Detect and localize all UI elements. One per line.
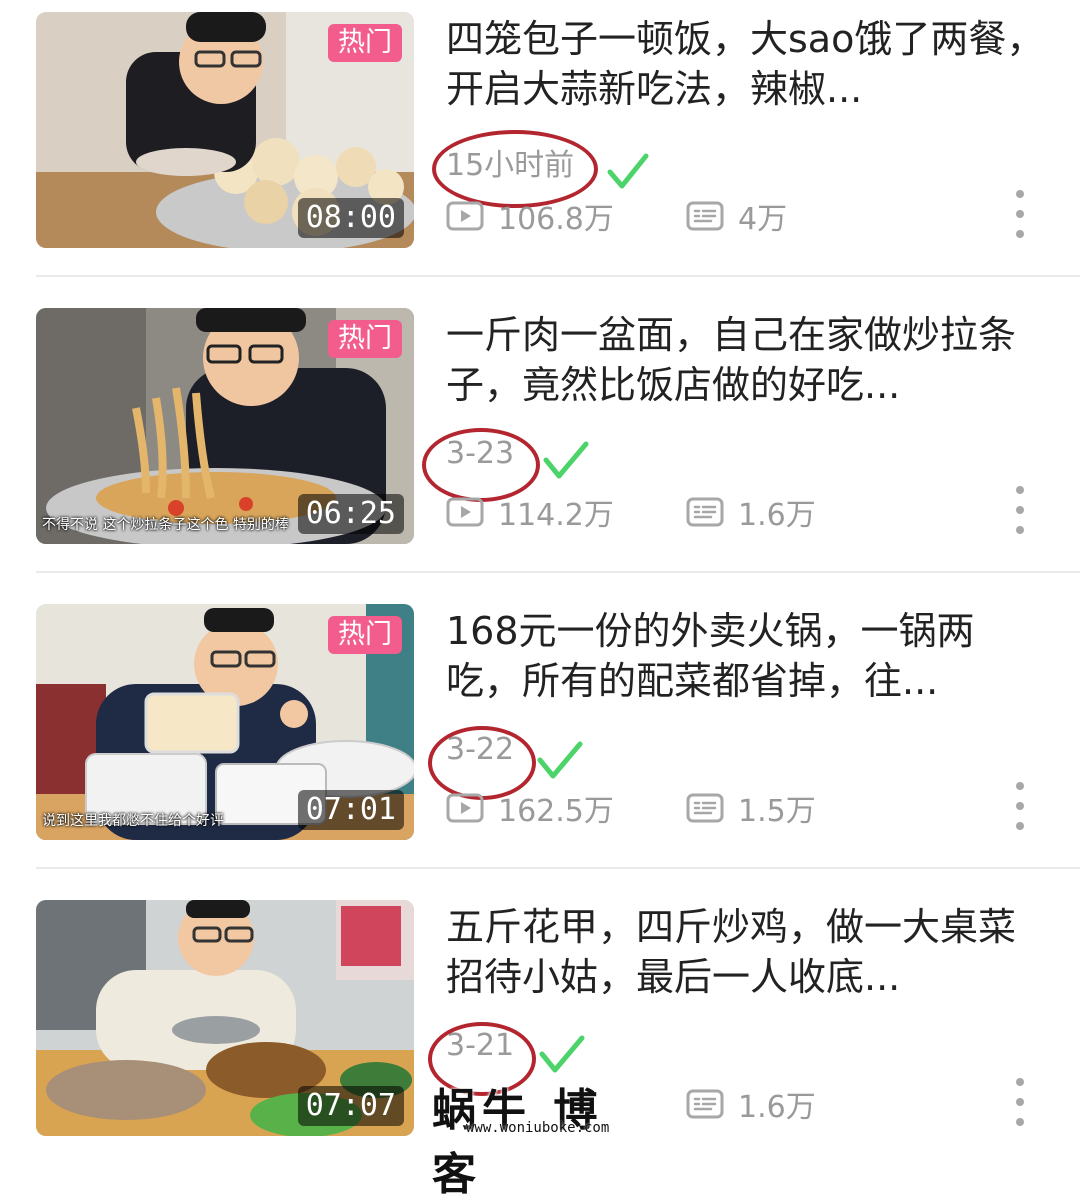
danmaku-count: 4万 xyxy=(686,196,788,237)
more-options-icon[interactable] xyxy=(1012,190,1028,238)
site-watermark: 蜗牛 博客 www.woniuboke.com xyxy=(432,1074,652,1200)
watermark-url: www.woniuboke.com xyxy=(466,1120,610,1136)
danmaku-count: 1.6万 xyxy=(686,1084,816,1125)
play-icon xyxy=(446,793,484,823)
video-list-item[interactable]: 热门 08:00 四笼包子一顿饭，大sao饿了两餐，开启大蒜新吃法，辣椒... … xyxy=(0,0,1080,296)
play-icon xyxy=(446,497,484,527)
video-list-item[interactable]: 热门 说到这里我都憋不住给个好评 07:01 168元一份的外卖火锅，一锅两吃，… xyxy=(0,592,1080,888)
divider xyxy=(36,275,1080,277)
danmaku-count-label: 4万 xyxy=(738,202,788,237)
hot-badge: 热门 xyxy=(328,616,402,654)
hot-badge: 热门 xyxy=(328,320,402,358)
video-subtitle: 说到这里我都憋不住给个好评 xyxy=(42,813,224,829)
check-mark-icon xyxy=(543,441,589,479)
video-duration: 07:07 xyxy=(297,1086,404,1126)
video-list-item[interactable]: 热门 不得不说 这个炒拉条子这个色 特别的棒 06:25 一斤肉一盆面，自己在家… xyxy=(0,296,1080,592)
divider xyxy=(36,867,1080,869)
video-thumbnail[interactable]: 07:07 xyxy=(36,900,414,1136)
video-duration: 06:25 xyxy=(297,494,404,534)
danmaku-count: 1.5万 xyxy=(686,788,816,829)
video-subtitle: 不得不说 这个炒拉条子这个色 特别的棒 xyxy=(42,517,289,533)
divider xyxy=(36,571,1080,573)
watermark-text: 蜗牛 博客 xyxy=(432,1085,604,1200)
danmaku-icon xyxy=(686,497,724,527)
play-count: 106.8万 xyxy=(446,196,614,237)
danmaku-count-label: 1.6万 xyxy=(738,1090,816,1125)
danmaku-icon xyxy=(686,793,724,823)
more-options-icon[interactable] xyxy=(1012,782,1028,830)
play-count: 162.5万 xyxy=(446,788,614,829)
video-title[interactable]: 五斤花甲，四斤炒鸡，做一大桌菜招待小姑，最后一人收底... xyxy=(446,902,1046,1002)
video-title[interactable]: 四笼包子一顿饭，大sao饿了两餐，开启大蒜新吃法，辣椒... xyxy=(446,14,1046,114)
danmaku-count-label: 1.5万 xyxy=(738,794,816,829)
video-title[interactable]: 一斤肉一盆面，自己在家做炒拉条子，竟然比饭店做的好吃... xyxy=(446,310,1046,410)
danmaku-count-label: 1.6万 xyxy=(738,498,816,533)
play-count: 114.2万 xyxy=(446,492,614,533)
play-count-label: 106.8万 xyxy=(498,202,614,237)
hot-badge: 热门 xyxy=(328,24,402,62)
video-title[interactable]: 168元一份的外卖火锅，一锅两吃，所有的配菜都省掉，往... xyxy=(446,606,1046,706)
video-thumbnail[interactable]: 热门 08:00 xyxy=(36,12,414,248)
more-options-icon[interactable] xyxy=(1012,486,1028,534)
video-thumbnail[interactable]: 热门 说到这里我都憋不住给个好评 07:01 xyxy=(36,604,414,840)
video-duration: 07:01 xyxy=(297,790,404,830)
danmaku-icon xyxy=(686,201,724,231)
danmaku-icon xyxy=(686,1089,724,1119)
check-mark-icon xyxy=(537,741,583,779)
play-count-label: 162.5万 xyxy=(498,794,614,829)
video-thumbnail[interactable]: 热门 不得不说 这个炒拉条子这个色 特别的棒 06:25 xyxy=(36,308,414,544)
play-count-label: 114.2万 xyxy=(498,498,614,533)
check-mark-icon xyxy=(607,153,649,189)
check-mark-icon xyxy=(539,1035,585,1073)
video-duration: 08:00 xyxy=(297,198,404,238)
play-icon xyxy=(446,201,484,231)
danmaku-count: 1.6万 xyxy=(686,492,816,533)
more-options-icon[interactable] xyxy=(1012,1078,1028,1126)
